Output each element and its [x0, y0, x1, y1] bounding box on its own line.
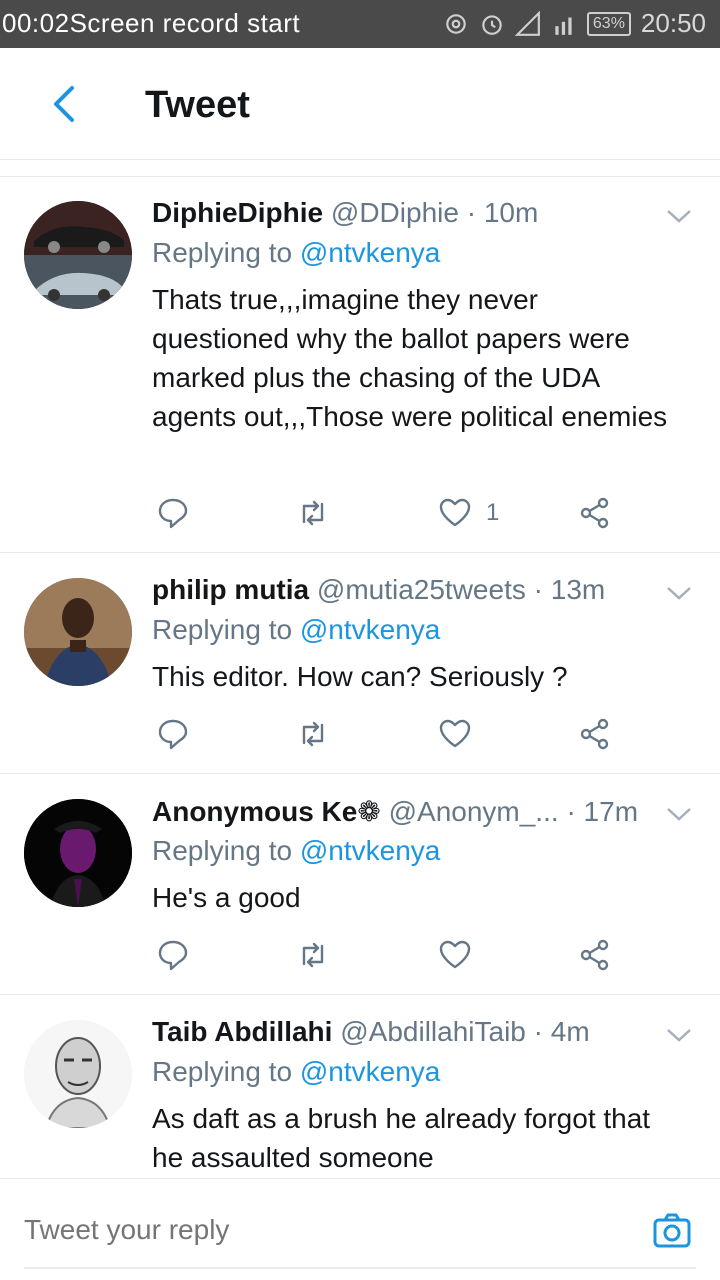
display-name[interactable]: DiphieDiphie [152, 197, 323, 228]
avatar-sketch-image [24, 1020, 132, 1128]
replying-to: Replying to @ntvkenya [152, 614, 440, 646]
user-handle[interactable]: @Anonym_... [389, 796, 559, 827]
replying-prefix: Replying to [152, 1056, 293, 1087]
signal-icon [514, 10, 540, 36]
alarm-icon [482, 14, 502, 35]
tweet-header: Taib Abdillahi @AbdillahiTaib · 4m [152, 1016, 660, 1056]
separator-dot: · [566, 796, 576, 827]
avatar[interactable] [24, 1020, 132, 1128]
replying-to: Replying to @ntvkenya [152, 835, 440, 867]
tweet-header: Anonymous Ke❁ @Anonym_... · 17m [152, 795, 660, 835]
page-title: Tweet [145, 84, 250, 126]
tweet-item[interactable]: Taib Abdillahi @AbdillahiTaib · 4m Reply… [0, 996, 720, 1178]
separator-dot: · [533, 574, 543, 605]
avatar[interactable] [24, 578, 132, 686]
camera-icon [653, 1213, 691, 1248]
user-handle[interactable]: @AbdillahiTaib [340, 1016, 526, 1047]
share-button[interactable] [578, 493, 612, 533]
replying-to: Replying to @ntvkenya [152, 1056, 440, 1088]
separator-dot: · [533, 1016, 543, 1047]
chevron-down-icon[interactable] [664, 201, 694, 231]
share-button[interactable] [578, 714, 612, 754]
retweet-icon [302, 721, 324, 747]
status-bar: 00:02Screen record start 63% 20:50 [0, 0, 720, 48]
clock: 20:50 [640, 8, 706, 38]
display-name[interactable]: Anonymous Ke❁ [152, 796, 381, 827]
avatar[interactable] [24, 201, 132, 309]
separator-dot: · [466, 197, 477, 228]
tweet-header: DiphieDiphie @DDiphie · 10m [152, 197, 660, 237]
network-hplus-icon [555, 17, 572, 35]
reply-icon [158, 498, 188, 529]
user-handle[interactable]: @DDiphie [331, 197, 459, 228]
chevron-down-icon[interactable] [664, 578, 694, 608]
retweet-icon [302, 942, 324, 968]
avatar-anonymous-image [24, 799, 132, 907]
replying-prefix: Replying to [152, 835, 293, 866]
like-button[interactable]: 1 [438, 493, 499, 533]
reply-button[interactable] [156, 493, 190, 533]
user-handle[interactable]: @mutia25tweets [317, 574, 526, 605]
replying-prefix: Replying to [152, 237, 293, 268]
hotspot-icon [446, 13, 466, 34]
timestamp: 4m [550, 1016, 590, 1047]
reply-button[interactable] [156, 714, 190, 754]
avatar-man-image [24, 578, 132, 686]
share-icon [580, 939, 609, 971]
reply-composer [0, 1178, 720, 1280]
tweet-actions [152, 714, 622, 754]
tweet-text: He's a good [152, 882, 301, 913]
tweet-text: This editor. How can? Seriously ? [152, 661, 568, 692]
reply-button[interactable] [156, 935, 190, 975]
back-button[interactable] [40, 78, 88, 130]
reply-icon [158, 940, 188, 971]
chevron-left-icon [54, 86, 74, 122]
avatar[interactable] [24, 799, 132, 907]
replying-prefix: Replying to [152, 614, 293, 645]
camera-button[interactable] [652, 1211, 692, 1251]
tweet-item[interactable]: philip mutia @mutia25tweets · 13m Replyi… [0, 554, 720, 774]
screen-record-text: 00:02Screen record start [2, 8, 301, 38]
tweet-text: As daft as a brush he already forgot tha… [152, 1103, 651, 1173]
retweet-icon [302, 500, 324, 526]
replying-to: Replying to @ntvkenya [152, 237, 440, 269]
chevron-down-icon[interactable] [664, 799, 694, 829]
reply-icon [158, 719, 188, 750]
reply-underline [24, 1267, 696, 1269]
reply-input[interactable] [24, 1207, 624, 1253]
share-button[interactable] [578, 935, 612, 975]
heart-icon [439, 940, 471, 969]
mention-link[interactable]: @ntvkenya [300, 835, 441, 866]
like-button[interactable] [438, 714, 486, 754]
tweet-item[interactable]: DiphieDiphie @DDiphie · 10m Replying to … [0, 177, 720, 553]
mention-link[interactable]: @ntvkenya [300, 237, 441, 268]
app-header: Tweet [0, 48, 720, 160]
tweet-header: philip mutia @mutia25tweets · 13m [152, 574, 660, 614]
mention-link[interactable]: @ntvkenya [300, 1056, 441, 1087]
heart-icon [439, 719, 471, 748]
like-button[interactable] [438, 935, 486, 975]
share-icon [580, 497, 609, 529]
display-name[interactable]: philip mutia [152, 574, 309, 605]
retweet-button[interactable] [296, 714, 330, 754]
tweet-actions [152, 935, 622, 975]
chevron-down-icon[interactable] [664, 1020, 694, 1050]
share-icon [580, 718, 609, 750]
avatar-cars-image [24, 201, 132, 309]
heart-icon [439, 498, 471, 527]
like-count: 1 [486, 499, 500, 526]
timestamp: 17m [583, 796, 639, 827]
retweet-button[interactable] [296, 935, 330, 975]
battery-indicator: 63% [586, 11, 631, 36]
tweet-text: Thats true,,,imagine they never question… [152, 284, 668, 432]
tweet-actions: 1 [152, 493, 622, 533]
mention-link[interactable]: @ntvkenya [300, 614, 441, 645]
timestamp: 10m [483, 197, 539, 228]
tweet-item[interactable]: Anonymous Ke❁ @Anonym_... · 17m Replying… [0, 775, 720, 995]
status-icons: 63% 20:50 [443, 8, 706, 39]
retweet-button[interactable] [296, 493, 330, 533]
display-name[interactable]: Taib Abdillahi [152, 1016, 332, 1047]
timestamp: 13m [550, 574, 606, 605]
